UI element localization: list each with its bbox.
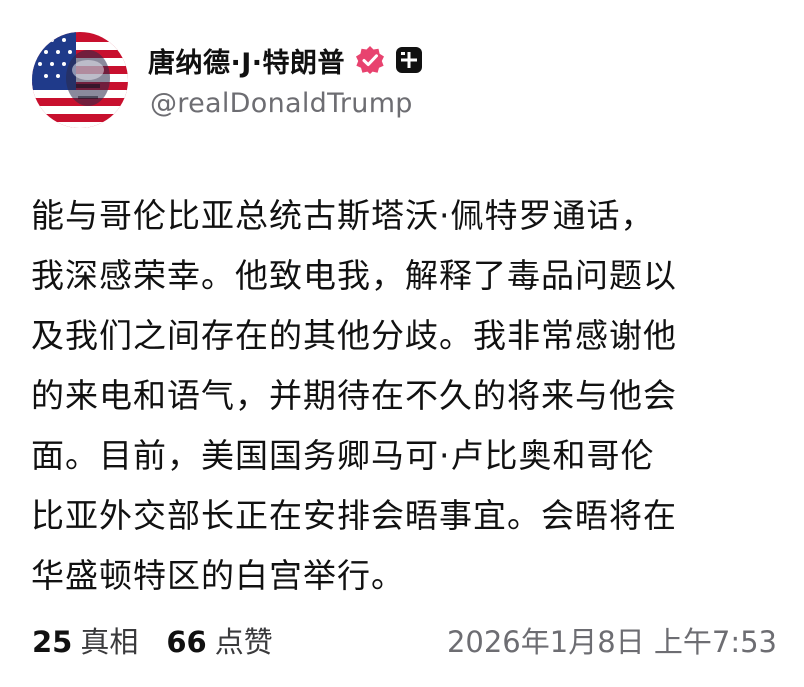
avatar[interactable] [32,32,128,128]
truth-post: 唐纳德·J·特朗普 @realDonaldTrump 能与哥伦比亚总统古斯塔沃·… [0,0,804,687]
likes-count: 66 [166,625,207,659]
post-footer: 25 真相 66 点赞 2026年1月8日 上午7:53 [32,616,777,664]
truth-plus-icon [395,46,423,74]
post-body-line: 华盛顿特区的白宫举行。 [31,556,405,595]
post-body-line: 我深感荣幸。他致电我，解释了毒品问题以 [31,256,677,295]
author-handle[interactable]: @realDonaldTrump [150,88,413,119]
likes-stat[interactable]: 66 点赞 [166,619,272,661]
post-timestamp[interactable]: 2026年1月8日 上午7:53 [447,619,777,661]
likes-label: 点赞 [214,625,273,659]
post-body-line: 能与哥伦比亚总统古斯塔沃·佩特罗通话， [31,196,655,235]
post-body-line: 比亚外交部长正在安排会晤事宜。会晤将在 [31,496,677,535]
post-body: 能与哥伦比亚总统古斯塔沃·佩特罗通话， 我深感荣幸。他致电我，解释了毒品问题以 … [31,186,776,606]
author-display-name[interactable]: 唐纳德·J·特朗普 [148,41,345,80]
retruths-count: 25 [32,625,73,659]
flag-portrait-avatar-icon [32,32,128,128]
retruths-stat[interactable]: 25 真相 [32,619,138,661]
verified-badge-icon [355,45,385,75]
retruths-label: 真相 [80,625,139,659]
post-body-line: 的来电和语气，并期待在不久的将来与他会 [31,376,677,415]
post-body-line: 面。目前，美国国务卿马可·卢比奥和哥伦 [31,436,655,475]
author-name-row: 唐纳德·J·特朗普 [148,38,423,82]
post-body-line: 及我们之间存在的其他分歧。我非常感谢他 [31,316,677,355]
